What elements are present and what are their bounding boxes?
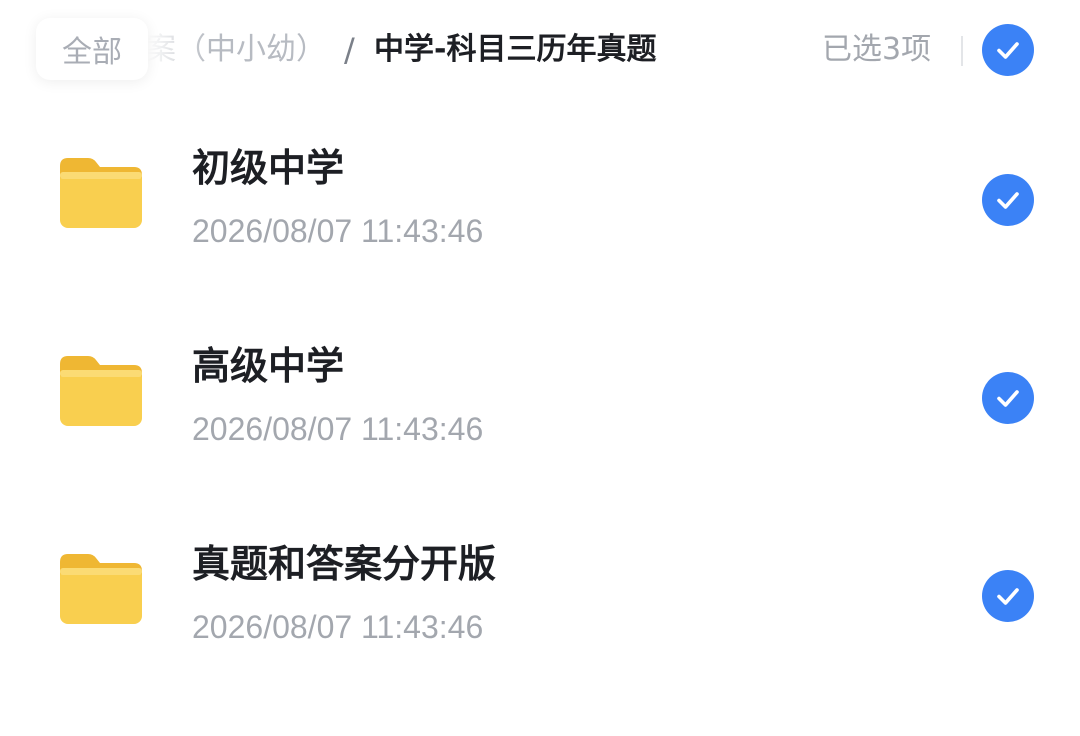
breadcrumb-current: 中学-科目三历年真题	[374, 32, 657, 67]
breadcrumb-separator: /	[344, 31, 355, 69]
file-date: 2026/08/07 11:43:46	[192, 213, 484, 249]
file-date: 2026/08/07 11:43:46	[192, 609, 484, 645]
row-checkbox[interactable]	[982, 570, 1034, 622]
list-item[interactable]: 初级中学 2026/08/07 11:43:46	[0, 100, 1080, 298]
checkmark-icon	[997, 390, 1019, 407]
list-item[interactable]: 真题和答案分开版 2026/08/07 11:43:46	[0, 496, 1080, 694]
file-date: 2026/08/07 11:43:46	[192, 411, 484, 447]
folder-icon	[60, 158, 142, 228]
breadcrumb-all-button[interactable]: 全部	[36, 18, 148, 80]
breadcrumb-fade	[148, 26, 208, 72]
divider	[961, 36, 963, 66]
row-checkbox[interactable]	[982, 174, 1034, 226]
file-name: 真题和答案分开版	[192, 542, 497, 586]
select-all-checkbox[interactable]	[982, 24, 1034, 76]
breadcrumb-bar: 全部 案（中小幼） / 中学-科目三历年真题 已选3项	[0, 0, 1080, 100]
file-name: 初级中学	[192, 146, 345, 190]
checkmark-icon	[997, 42, 1019, 59]
list-item[interactable]: 高级中学 2026/08/07 11:43:46	[0, 298, 1080, 496]
checkmark-icon	[997, 192, 1019, 209]
checkmark-icon	[997, 588, 1019, 605]
file-browser: 全部 案（中小幼） / 中学-科目三历年真题 已选3项 初级中学 2026/08…	[0, 0, 1080, 736]
file-name: 高级中学	[192, 344, 345, 388]
folder-icon	[60, 554, 142, 624]
folder-icon	[60, 356, 142, 426]
selected-count: 已选3项	[822, 32, 932, 67]
row-checkbox[interactable]	[982, 372, 1034, 424]
